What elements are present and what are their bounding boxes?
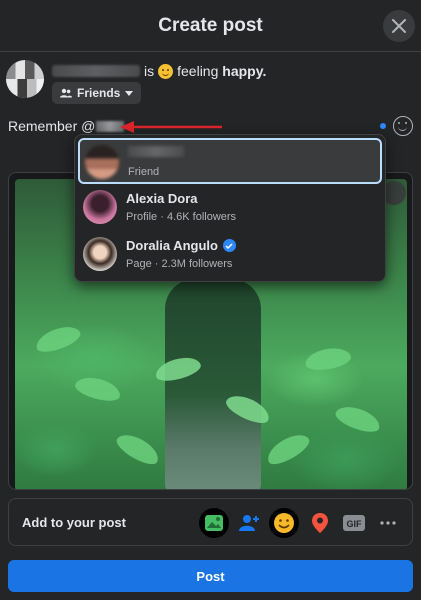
gif-icon[interactable]: GIF (339, 508, 369, 538)
verified-badge-icon (222, 239, 236, 252)
photo-leaf (263, 428, 313, 470)
post-button[interactable]: Post (8, 560, 413, 592)
check-in-icon[interactable] (305, 508, 335, 538)
photo-figure-body (165, 279, 261, 489)
user-status-row: is feeling happy. Friends (6, 58, 386, 104)
photo-leaf (303, 345, 353, 373)
suggestion-subtitle: Page · 2.3M followers (126, 258, 233, 270)
mention-suggestions-dropdown: Friend Alexia Dora Profile · 4.6K follow… (74, 134, 386, 282)
avatar (6, 60, 44, 98)
suggestion-name: Doralia Angulo (126, 238, 236, 253)
suggestion-name (128, 146, 184, 157)
feeling-activity-icon[interactable] (269, 508, 299, 538)
emoji-picker-icon[interactable] (393, 116, 413, 136)
dialog-title: Create post (158, 14, 263, 36)
grammar-indicator-icon (380, 123, 386, 129)
status-line: is feeling happy. (52, 63, 266, 79)
more-icon[interactable] (373, 508, 403, 538)
audience-selector-button[interactable]: Friends (52, 82, 142, 104)
photo-leaf (332, 401, 384, 437)
happy-emoji-icon (158, 63, 174, 79)
status-mood-text: happy. (222, 63, 267, 79)
photo-leaf (73, 373, 123, 405)
suggestion-avatar (83, 190, 117, 224)
photo-leaf (113, 428, 163, 470)
post-text-input[interactable]: Remember @ (8, 118, 125, 134)
suggestion-name-text: Doralia Angulo (126, 238, 218, 253)
mention-suggestion-item[interactable]: Doralia Angulo Page · 2.3M followers (78, 232, 382, 278)
audience-label: Friends (77, 86, 121, 100)
tag-people-icon[interactable] (235, 508, 265, 538)
suggestion-subtitle: Friend (128, 166, 160, 178)
status-is-text: is (144, 63, 155, 79)
add-to-post-bar: Add to your post GIF (8, 498, 413, 546)
status-feeling-text: feeling (177, 63, 219, 79)
caret-down-icon (125, 90, 134, 96)
photo-video-icon[interactable] (199, 508, 229, 538)
close-button[interactable] (383, 10, 415, 42)
add-to-post-label: Add to your post (22, 515, 126, 530)
suggestion-name-redacted (128, 146, 184, 157)
suggestion-avatar (83, 237, 117, 271)
photo-leaf (32, 321, 84, 357)
dialog-header: Create post (0, 0, 421, 52)
friends-icon (60, 88, 72, 98)
user-name-redacted (52, 65, 140, 77)
mention-suggestion-item[interactable]: Alexia Dora Profile · 4.6K followers (78, 185, 382, 231)
mention-suggestion-item[interactable]: Friend (78, 138, 382, 184)
suggestion-name: Alexia Dora (126, 191, 198, 206)
annotation-arrow-icon (120, 121, 222, 133)
suggestion-subtitle: Profile · 4.6K followers (126, 211, 237, 223)
svg-text:GIF: GIF (347, 519, 363, 529)
suggestion-avatar (85, 145, 119, 179)
close-icon (392, 19, 406, 33)
post-text: Remember @ (8, 118, 96, 134)
